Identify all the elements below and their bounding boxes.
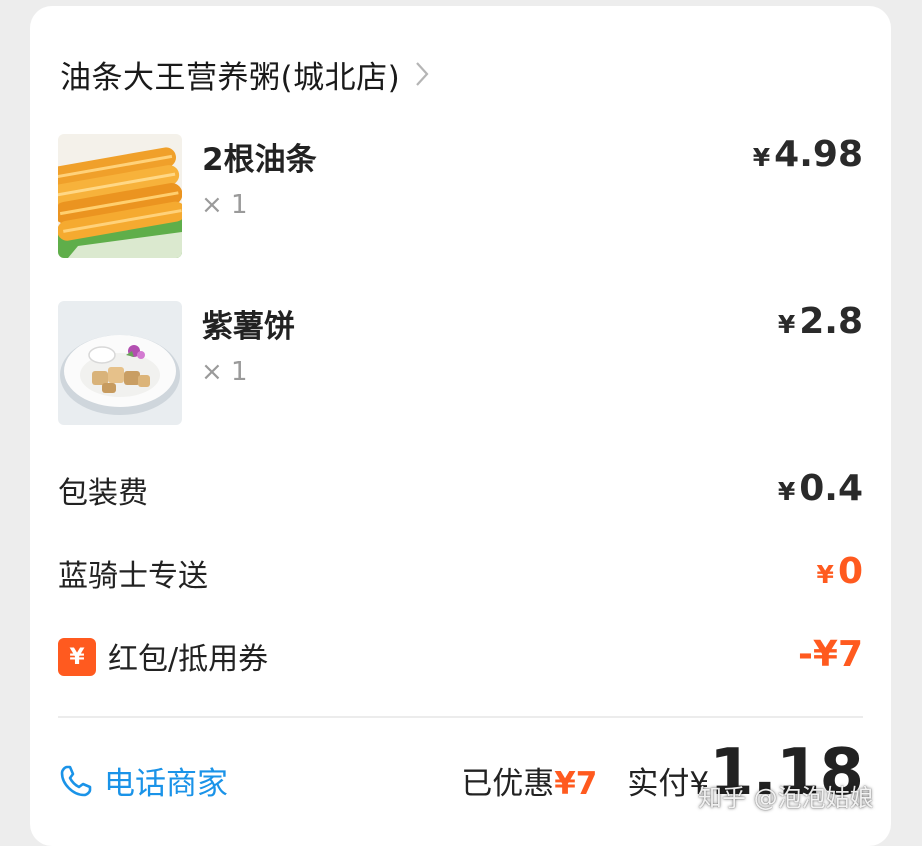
fried-dough-sticks-image	[58, 134, 182, 258]
coupon-row[interactable]: ¥ 红包/抵用券 -¥7	[58, 634, 863, 684]
price-value: 2.8	[799, 301, 863, 342]
store-name: 油条大王营养粥(城北店)	[60, 59, 401, 96]
coupon-amount: -¥7	[798, 634, 863, 675]
chevron-right-icon	[416, 62, 429, 86]
price-value: 4.98	[774, 134, 863, 175]
discount-amount: ¥7	[554, 766, 598, 802]
coupon-label: 红包/抵用券	[108, 642, 269, 677]
item-name: 紫薯饼	[202, 309, 295, 345]
order-item: 2根油条 × 1 ¥4.98	[58, 134, 863, 259]
item-quantity: × 1	[201, 190, 248, 220]
currency-symbol: ¥	[777, 310, 796, 339]
item-quantity: × 1	[201, 357, 248, 387]
paid-label: 实付	[627, 766, 690, 802]
delivery-fee-amount: ¥0	[817, 551, 863, 592]
delivery-label: 蓝骑士专送	[58, 559, 208, 594]
currency-symbol: ¥	[816, 560, 834, 589]
call-merchant-label: 电话商家	[104, 766, 228, 802]
purple-potato-cake-image	[58, 301, 182, 425]
packaging-fee-label: 包装费	[58, 476, 148, 511]
item-price: ¥2.8	[778, 301, 863, 342]
call-merchant-button[interactable]: 电话商家	[58, 758, 228, 803]
order-card: 油条大王营养粥(城北店) 2根油条 × 1 ¥ 4.98 紫薯饼 × 1 ¥ 2…	[30, 6, 891, 846]
packaging-fee-amount: ¥0.4	[778, 468, 863, 509]
divider	[58, 716, 863, 718]
fee-value: 0.4	[799, 468, 863, 509]
order-item: 紫薯饼 × 1 ¥2.8	[58, 301, 863, 426]
phone-icon	[60, 765, 92, 796]
currency-symbol: ¥	[777, 477, 796, 506]
store-header[interactable]: 油条大王营养粥(城北店)	[60, 46, 432, 102]
currency-symbol: ¥	[752, 143, 771, 172]
item-name: 2根油条	[202, 142, 317, 178]
packaging-fee-row: 包装费 ¥0.4	[58, 468, 863, 518]
watermark: 知乎 @泡泡姑娘	[698, 784, 874, 812]
fee-value: 0	[837, 551, 863, 592]
item-price: ¥4.98	[753, 134, 863, 175]
discount-label: 已优惠	[461, 766, 555, 802]
delivery-fee-row: 蓝骑士专送 ¥0	[58, 551, 863, 601]
coupon-badge-icon: ¥	[58, 638, 96, 676]
coupon-value: -¥7	[797, 634, 863, 675]
